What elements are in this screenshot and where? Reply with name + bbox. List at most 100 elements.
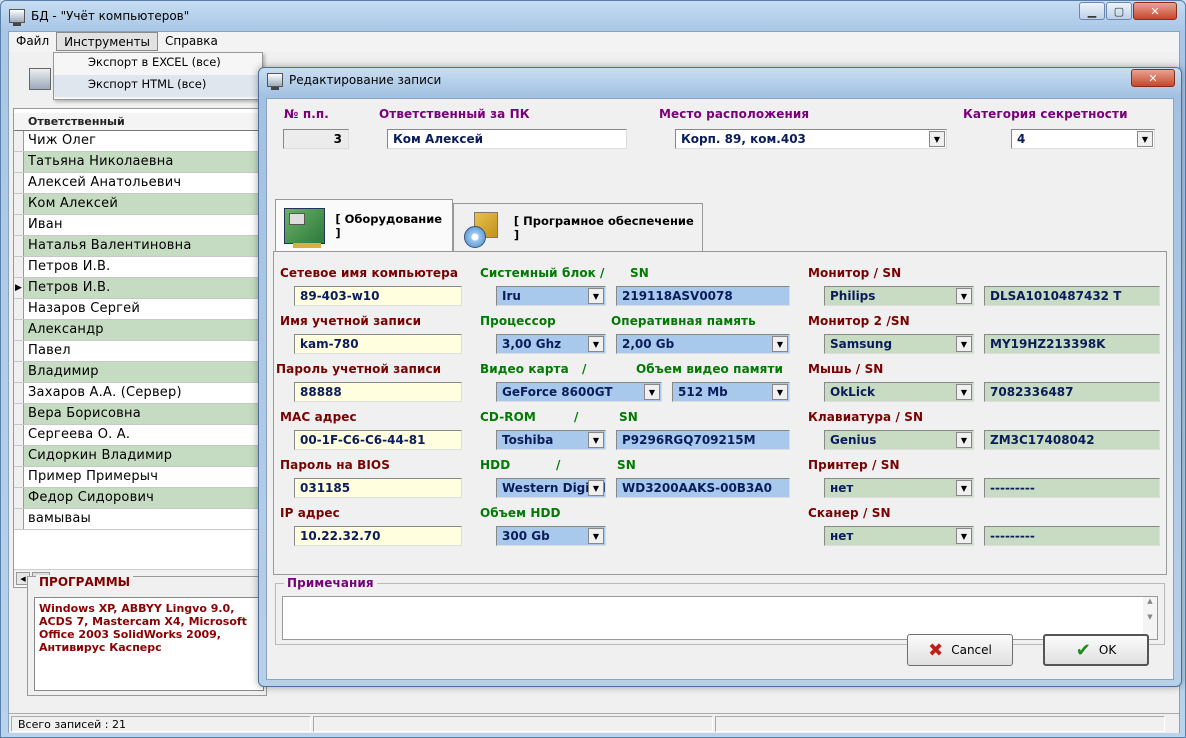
peripheral-sn-input[interactable]: --------- <box>984 526 1160 546</box>
chevron-down-icon[interactable]: ▼ <box>588 336 604 352</box>
chevron-down-icon[interactable]: ▼ <box>956 384 972 400</box>
peripheral-select[interactable]: нет ▼ <box>824 478 974 498</box>
menu-export-excel[interactable]: Экспорт в EXCEL (все) <box>54 53 262 75</box>
netname-input[interactable]: 89-403-w10 <box>294 286 462 306</box>
chevron-down-icon[interactable]: ▼ <box>956 528 972 544</box>
programs-text[interactable]: Windows XP, ABBYY Lingvo 9.0, ACDS 7, Ma… <box>34 597 264 691</box>
password-label: Пароль учетной записи <box>276 362 442 376</box>
list-item[interactable]: Пример Примерыч <box>14 467 264 488</box>
status-bar: Всего записей : 21 <box>9 713 1179 733</box>
notes-scrollbar[interactable]: ▲ ▼ <box>1143 597 1157 639</box>
password-input[interactable]: 88888 <box>294 382 462 402</box>
location-select[interactable]: Корп. 89, ком.403 ▼ <box>675 129 947 149</box>
list-item[interactable]: Алексей Анатольевич <box>14 173 264 194</box>
peripheral-select[interactable]: Philips ▼ <box>824 286 974 306</box>
list-item[interactable]: Чиж Олег <box>14 131 264 152</box>
chevron-down-icon[interactable]: ▼ <box>956 288 972 304</box>
list-item[interactable]: вамываы <box>14 509 264 530</box>
list-item[interactable]: Назаров Сергей <box>14 299 264 320</box>
menu-file[interactable]: Файл <box>9 32 56 51</box>
peripheral-sn-input[interactable]: MY19HZ213398K <box>984 334 1160 354</box>
hdd-slash: / <box>556 458 561 472</box>
cancel-x-icon: ✖ <box>928 639 944 661</box>
chevron-down-icon[interactable]: ▼ <box>772 336 788 352</box>
list-item[interactable]: ▶ Петров И.В. <box>14 278 264 299</box>
chevron-down-icon[interactable]: ▼ <box>772 384 788 400</box>
list-item-label: Наталья Валентиновна <box>28 238 192 253</box>
chevron-down-icon[interactable]: ▼ <box>644 384 660 400</box>
minimize-button[interactable]: ▁ <box>1079 2 1105 20</box>
menu-export-html[interactable]: Экспорт HTML (все) <box>54 75 262 97</box>
vram-select[interactable]: 512 Mb ▼ <box>672 382 790 402</box>
notes-textarea[interactable]: ▲ ▼ <box>282 596 1158 640</box>
peripheral-select[interactable]: нет ▼ <box>824 526 974 546</box>
tab-hardware[interactable]: [ Оборудование ] <box>275 199 453 251</box>
list-item-label: Захаров А.А. (Сервер) <box>28 385 182 400</box>
list-item[interactable]: Татьяна Николаевна <box>14 152 264 173</box>
list-item[interactable]: Сидоркин Владимир <box>14 446 264 467</box>
chevron-down-icon[interactable]: ▼ <box>1137 131 1153 147</box>
tab-software[interactable]: [ Програмное обеспечение ] <box>453 203 703 251</box>
list-item[interactable]: Петров И.В. <box>14 257 264 278</box>
chevron-down-icon[interactable]: ▼ <box>588 528 604 544</box>
computer-icon <box>9 9 25 26</box>
hdd-sn-input[interactable]: WD3200AAKS-00B3A0 <box>616 478 790 498</box>
peripheral-select[interactable]: OkLick ▼ <box>824 382 974 402</box>
menu-tools[interactable]: Инструменты <box>56 32 159 51</box>
hdd-size-label: Объем HDD <box>480 506 561 520</box>
ram-select[interactable]: 2,00 Gb ▼ <box>616 334 790 354</box>
list-item[interactable]: Александр <box>14 320 264 341</box>
bios-input[interactable]: 031185 <box>294 478 462 498</box>
maximize-button[interactable]: ▢ <box>1106 2 1132 20</box>
peripheral-sn-input[interactable]: --------- <box>984 478 1160 498</box>
dialog-close-button[interactable]: ✕ <box>1131 69 1175 87</box>
list-item-label: Алексей Анатольевич <box>28 175 182 190</box>
peripheral-sn-input[interactable]: DLSA1010487432 T <box>984 286 1160 306</box>
cdrom-select[interactable]: Toshiba ▼ <box>496 430 606 450</box>
sysblock-sn-input[interactable]: 219118ASV0078 <box>616 286 790 306</box>
tab-hardware-label: [ Оборудование ] <box>335 211 443 240</box>
row-indicator <box>14 383 24 403</box>
hdd-size-select[interactable]: 300 Gb ▼ <box>496 526 606 546</box>
security-select[interactable]: 4 ▼ <box>1011 129 1155 149</box>
chevron-down-icon[interactable]: ▼ <box>956 336 972 352</box>
list-item[interactable]: Ком Алексей <box>14 194 264 215</box>
list-item[interactable]: Владимир <box>14 362 264 383</box>
num-field[interactable]: 3 <box>283 129 349 149</box>
list-item[interactable]: Захаров А.А. (Сервер) <box>14 383 264 404</box>
list-item[interactable]: Вера Борисовна <box>14 404 264 425</box>
ok-button[interactable]: ✔ OK <box>1043 634 1149 666</box>
chevron-down-icon[interactable]: ▼ <box>956 480 972 496</box>
peripheral-select[interactable]: Genius ▼ <box>824 430 974 450</box>
chevron-down-icon[interactable]: ▼ <box>588 288 604 304</box>
hdd-select[interactable]: Western Digital ▼ <box>496 478 606 498</box>
chevron-down-icon[interactable]: ▼ <box>588 432 604 448</box>
list-item[interactable]: Иван <box>14 215 264 236</box>
software-box-icon <box>462 208 504 248</box>
status-cell-2 <box>313 716 713 732</box>
cancel-button[interactable]: ✖ Cancel <box>907 634 1013 666</box>
chevron-down-icon[interactable]: ▼ <box>588 480 604 496</box>
sysblock-select[interactable]: Iru ▼ <box>496 286 606 306</box>
chevron-down-icon[interactable]: ▼ <box>929 131 945 147</box>
list-item[interactable]: Павел <box>14 341 264 362</box>
menu-help[interactable]: Справка <box>158 32 225 51</box>
cpu-select[interactable]: 3,00 Ghz ▼ <box>496 334 606 354</box>
peripheral-select[interactable]: Samsung ▼ <box>824 334 974 354</box>
gpu-select[interactable]: GeForce 8600GT ▼ <box>496 382 662 402</box>
list-item[interactable]: Сергеева О. А. <box>14 425 264 446</box>
mac-input[interactable]: 00-1F-C6-C6-44-81 <box>294 430 462 450</box>
responsible-list[interactable]: Ответственный Чиж Олег Татьяна Николаевна… <box>13 108 266 588</box>
ip-input[interactable]: 10.22.32.70 <box>294 526 462 546</box>
close-button[interactable]: ✕ <box>1133 2 1177 20</box>
account-input[interactable]: kam-780 <box>294 334 462 354</box>
peripheral-sn-input[interactable]: ZM3C17408042 <box>984 430 1160 450</box>
toolbar-computer-icon[interactable] <box>29 68 51 90</box>
cdrom-sn-input[interactable]: P9296RGQ709215M <box>616 430 790 450</box>
chevron-down-icon[interactable]: ▼ <box>956 432 972 448</box>
list-item[interactable]: Федор Сидорович <box>14 488 264 509</box>
peripheral-sn-input[interactable]: 7082336487 <box>984 382 1160 402</box>
responsible-input[interactable]: Ком Алексей <box>387 129 627 149</box>
list-column-header[interactable]: Ответственный <box>14 113 266 131</box>
list-item[interactable]: Наталья Валентиновна <box>14 236 264 257</box>
